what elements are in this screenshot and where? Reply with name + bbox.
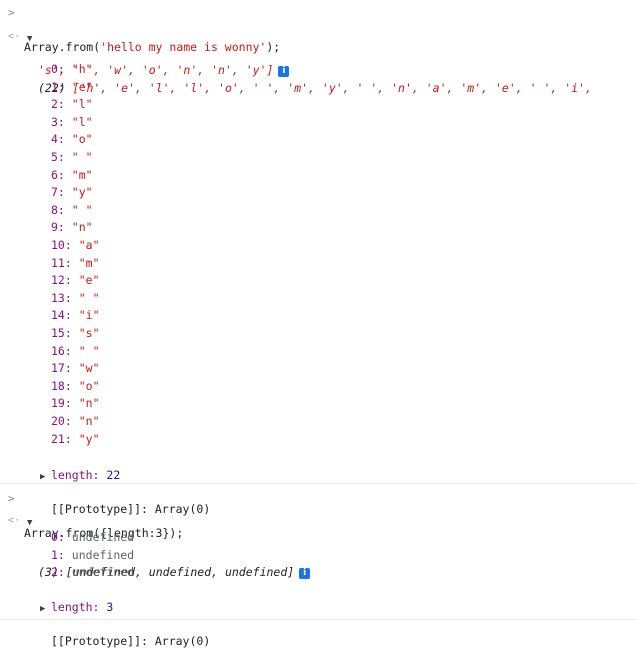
result-line-cont: 's', ' ', 'w', 'o', 'n', 'n', 'y'] i (0, 44, 637, 77)
input-line[interactable]: > Array.from('hello my name is wonny'); (0, 4, 637, 54)
item-value: "i" (78, 308, 100, 323)
item-key: 0: (51, 530, 65, 544)
collapse-triangle-icon[interactable]: ▶ (40, 601, 45, 619)
console-entry: > Array.from('hello my name is wonny'); … (0, 0, 637, 516)
array-item-row: 16: " " (0, 343, 637, 361)
console-panel: > Array.from('hello my name is wonny'); … (0, 0, 637, 648)
length-row: length: 22 (51, 467, 121, 482)
array-item-row: 4: "o" (0, 131, 637, 149)
item-key: 8: (51, 202, 65, 217)
item-value: "n" (78, 414, 100, 428)
array-item-row: 10: "a" (0, 237, 637, 255)
array-item-row: 14: "i" (0, 307, 637, 325)
item-value: "o" (71, 132, 93, 147)
item-value: "e" (71, 79, 93, 94)
input-line[interactable]: > Array.from({length:3}); (0, 490, 637, 540)
item-key: 9: (51, 220, 65, 235)
item-key: 13: (51, 290, 72, 305)
item-key: 10: (51, 238, 72, 252)
array-item-row: 13: " " (0, 290, 637, 308)
item-value: " " (71, 150, 93, 164)
item-key: 0: (51, 62, 65, 76)
item-key: 11: (51, 255, 72, 270)
result-arrow-icon: <· (8, 515, 21, 526)
item-key: 1: (51, 79, 65, 94)
item-key: 2: (51, 97, 65, 112)
array-item-row: 5: " " (0, 149, 637, 167)
item-key: 17: (51, 361, 72, 376)
array-item-row: 18: "o" (0, 378, 637, 396)
item-key: 5: (51, 150, 65, 164)
result-arrow-icon: <· (8, 31, 21, 42)
array-item-row: 0: "h" (0, 61, 637, 79)
array-item-row: 21: "y" (0, 431, 637, 449)
item-value: undefined (71, 547, 135, 562)
array-item-row: 19: "n" (0, 395, 637, 413)
array-item-row: 17: "w" (0, 360, 637, 378)
item-key: 19: (51, 396, 72, 411)
item-value: "l" (71, 114, 93, 129)
item-value: "l" (71, 97, 93, 112)
item-key: 21: (51, 431, 72, 446)
array-item-row: 0: undefined (0, 529, 637, 547)
item-value: "m" (71, 167, 93, 182)
item-value: undefined (71, 530, 135, 544)
item-key: 7: (51, 185, 65, 200)
item-value: "w" (78, 361, 100, 376)
item-key: 20: (51, 414, 72, 428)
length-row: length: 3 (51, 599, 114, 614)
item-key: 18: (51, 378, 72, 393)
item-key: 16: (51, 343, 72, 358)
array-item-row: 15: "s" (0, 325, 637, 343)
item-value: "s" (78, 326, 100, 340)
result-line[interactable]: <· ▼ (22) ['h', 'e', 'l', 'l', 'o', ' ',… (0, 27, 637, 95)
item-value: "y" (78, 431, 100, 446)
array-item-row: 1: undefined (0, 547, 637, 565)
array-item-row: 11: "m" (0, 255, 637, 273)
item-value: "h" (71, 62, 93, 76)
item-value: "n" (71, 220, 93, 235)
console-entry: > Array.from({length:3}); <· ▼ (3) [unde… (0, 484, 637, 648)
item-key: 2: (51, 565, 65, 580)
array-item-row: 1: "e" (0, 79, 637, 97)
prompt-chevron-icon: > (8, 6, 15, 19)
item-key: 12: (51, 273, 72, 288)
item-key: 4: (51, 132, 65, 147)
array-item-row: 6: "m" (0, 167, 637, 185)
prototype-row[interactable]: ▶ [[Prototype]]: Array(0) (0, 598, 637, 648)
prompt-chevron-icon: > (8, 492, 15, 505)
item-value: "y" (71, 185, 93, 200)
array-item-row: 3: "l" (0, 114, 637, 132)
item-value: "a" (78, 238, 100, 252)
item-value: " " (71, 202, 93, 217)
item-value: "e" (78, 273, 100, 288)
array-item-row: 9: "n" (0, 219, 637, 237)
item-value: "n" (78, 396, 100, 411)
array-item-row: 20: "n" (0, 413, 637, 431)
item-key: 14: (51, 308, 72, 323)
item-key: 3: (51, 114, 65, 129)
array-item-row: 2: "l" (0, 96, 637, 114)
item-key: 6: (51, 167, 65, 182)
array-item-row: 12: "e" (0, 272, 637, 290)
prototype-row[interactable]: ▶ [[Prototype]]: Array(0) (0, 466, 637, 516)
result-line[interactable]: <· ▼ (3) [undefined, undefined, undefine… (0, 511, 637, 579)
item-key: 1: (51, 547, 65, 562)
item-value: undefined (71, 565, 135, 580)
array-item-row: 7: "y" (0, 184, 637, 202)
array-item-row: 2: undefined (0, 564, 637, 582)
item-value: "o" (78, 378, 100, 393)
item-value: " " (78, 343, 100, 358)
item-key: 15: (51, 326, 72, 340)
array-item-row: 8: " " (0, 202, 637, 220)
item-value: "m" (78, 255, 100, 270)
item-value: " " (78, 290, 100, 305)
